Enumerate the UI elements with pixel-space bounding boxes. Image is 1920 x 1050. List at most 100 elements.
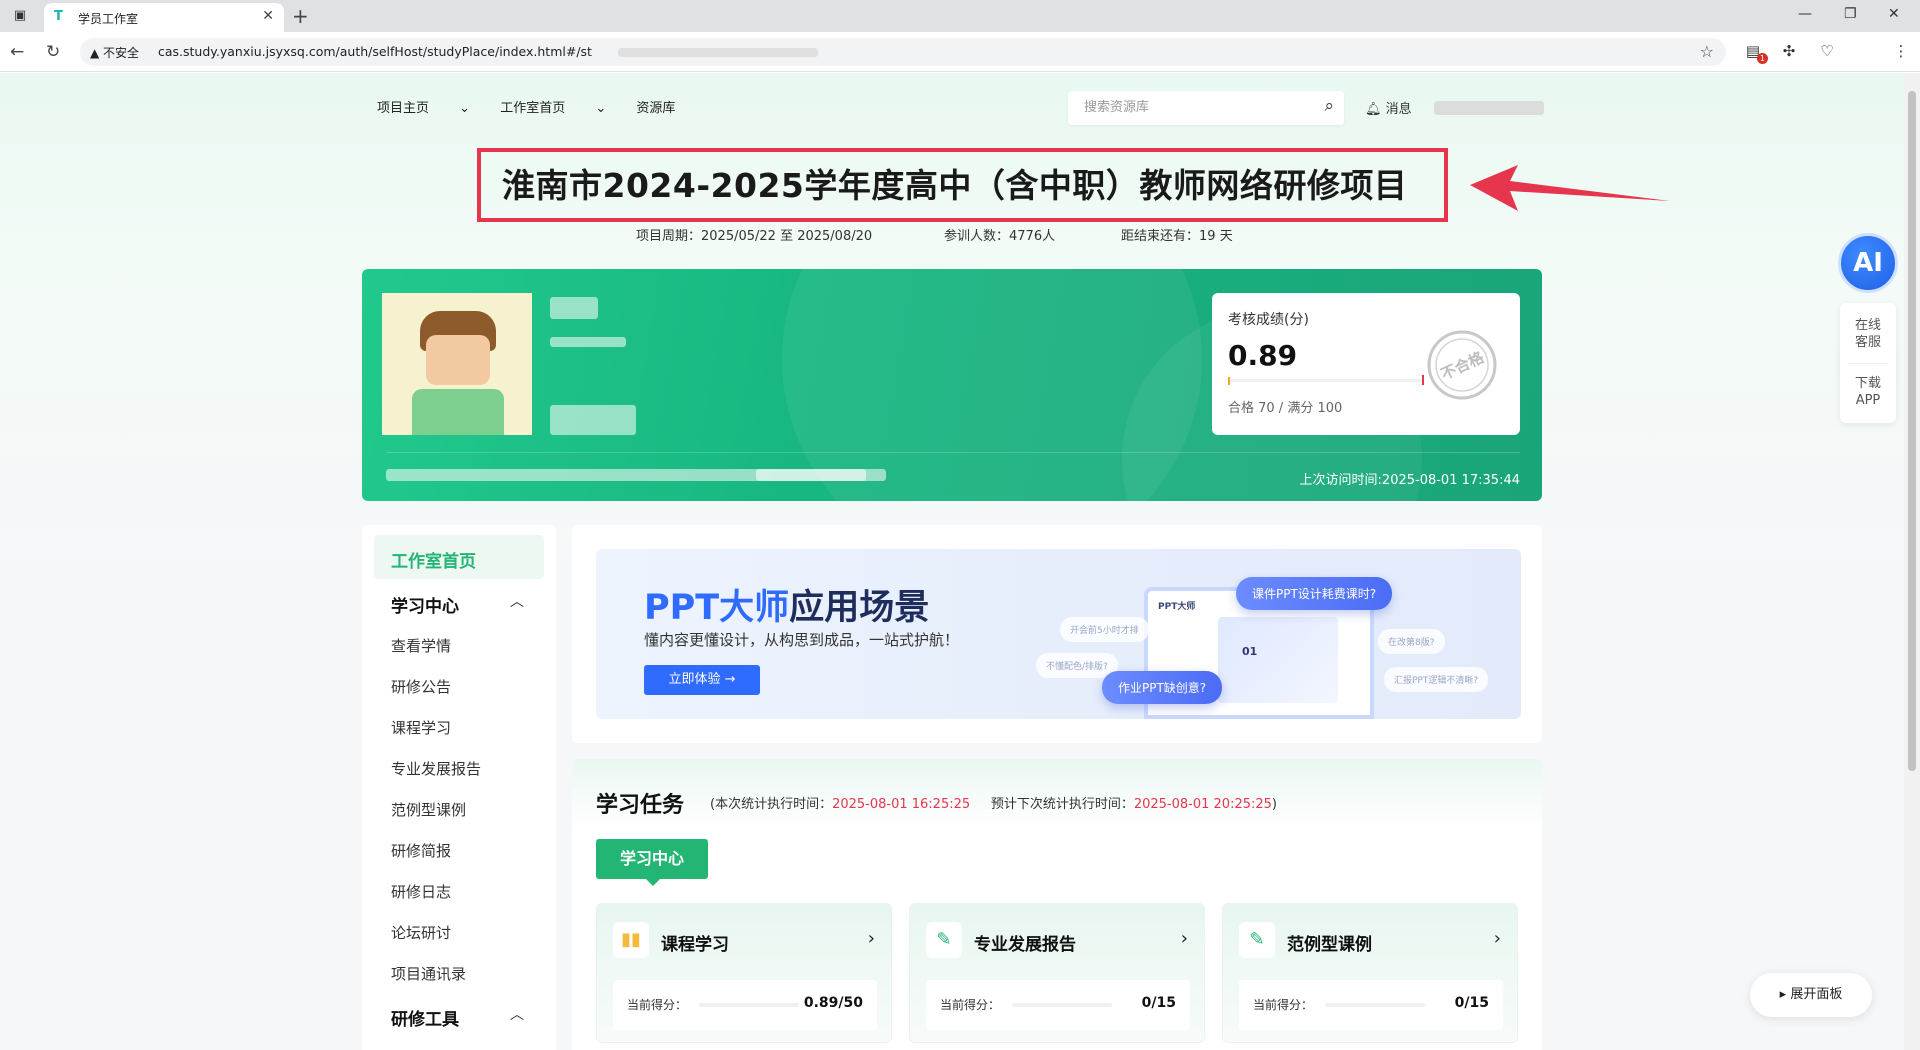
banner-divider: [386, 452, 1520, 453]
chevron-right-icon[interactable]: ›: [868, 928, 875, 949]
chevron-up-icon[interactable]: ︿: [510, 1004, 524, 1024]
annotation-arrow-icon: [1470, 165, 1670, 211]
chevron-up-icon[interactable]: ︿: [510, 591, 524, 611]
ad-bubble: 开会前5小时才排: [1060, 617, 1149, 642]
scrollbar-thumb[interactable]: [1908, 91, 1916, 771]
project-participants: 参训人数：4776人: [944, 229, 1056, 244]
tasks-title: 学习任务: [596, 793, 685, 818]
tab-close-icon[interactable]: ✕: [262, 8, 274, 24]
try-now-button[interactable]: 立即体验 →: [644, 665, 760, 695]
score-label: 考核成绩(分): [1228, 312, 1309, 328]
sidebar-item-courses[interactable]: 课程学习: [391, 717, 451, 738]
sidebar-item-reports[interactable]: 专业发展报告: [391, 758, 481, 779]
sidebar-item-case-lessons[interactable]: 范例型课例: [391, 799, 466, 820]
menu-more-icon[interactable]: ⋮: [1890, 40, 1912, 62]
task-score-box: 当前得分： 0/15: [926, 980, 1190, 1030]
ai-assistant-button[interactable]: AI: [1838, 233, 1898, 293]
username-redacted[interactable]: [1434, 101, 1544, 115]
search-box: ⌕: [1068, 91, 1344, 125]
edit-note-icon: ✎: [926, 922, 962, 958]
restore-icon[interactable]: ❐: [1844, 6, 1857, 22]
edit-note-icon: ✎: [1239, 922, 1275, 958]
task-progress-bar: [1012, 1003, 1112, 1007]
download-app-button[interactable]: 下载 APP: [1840, 375, 1896, 409]
task-card-case-lessons[interactable]: ✎ 范例型课例 › 当前得分： 0/15: [1222, 903, 1518, 1043]
sidebar-item-progress[interactable]: 查看学情: [391, 635, 451, 656]
task-card-title: 范例型课例: [1287, 935, 1372, 955]
nav-studio-home[interactable]: 工作室首页 ⌄: [500, 101, 606, 116]
ad-pill: 课件PPT设计耗费课时?: [1236, 577, 1393, 610]
insecure-indicator[interactable]: ▲ 不安全: [90, 44, 139, 61]
sidebar-item-briefs[interactable]: 研修简报: [391, 840, 451, 861]
search-input[interactable]: [1084, 99, 1304, 114]
book-icon: ▮▮: [613, 922, 649, 958]
page-scrollbar[interactable]: [1904, 73, 1920, 1050]
window-close-icon[interactable]: ✕: [1888, 6, 1900, 22]
sidebar-item-forum[interactable]: 论坛研讨: [391, 922, 451, 943]
score-progress-track: [1228, 379, 1423, 382]
ad-subtitle: 懂内容更懂设计，从构思到成品，一站式护航！: [644, 631, 960, 649]
task-card-courses[interactable]: ▮▮ 课程学习 › 当前得分： 0.89/50: [596, 903, 892, 1043]
top-nav: 项目主页 ⌄ 工作室首页 ⌄ 资源库: [377, 97, 701, 116]
sidebar-item-studio-home[interactable]: 工作室首页: [391, 547, 476, 572]
nav-project-home[interactable]: 项目主页 ⌄: [377, 101, 470, 116]
sidebar-item-journals[interactable]: 研修日志: [391, 881, 451, 902]
ad-card: PPT大师应用场景 懂内容更懂设计，从构思到成品，一站式护航！ 立即体验 → P…: [572, 525, 1542, 743]
minimize-icon[interactable]: —: [1798, 6, 1812, 22]
puzzle-icon[interactable]: ✣: [1778, 40, 1800, 62]
online-service-button[interactable]: 在线 客服: [1840, 317, 1896, 351]
health-icon[interactable]: ♡: [1816, 40, 1838, 62]
ad-bubble: 在改第8版?: [1378, 629, 1445, 654]
new-tab-icon[interactable]: +: [292, 4, 309, 28]
address-bar[interactable]: ▲ 不安全 cas.study.yanxiu.jsyxsq.com/auth/s…: [80, 38, 1726, 66]
score-progress-fill: [1228, 377, 1231, 385]
url-text[interactable]: cas.study.yanxiu.jsyxsq.com/auth/selfHos…: [158, 44, 592, 59]
sidebar-section-tools[interactable]: 研修工具: [391, 1005, 459, 1030]
nav-resources[interactable]: 资源库: [636, 101, 675, 116]
task-progress-bar: [1325, 1003, 1425, 1007]
messages-link[interactable]: 🔔︎ 消息: [1365, 98, 1412, 117]
student-id-redacted: [550, 337, 626, 347]
fail-stamp-icon: 不合格: [1427, 330, 1497, 400]
project-remaining: 距结束还有：19 天: [1121, 229, 1233, 244]
reload-icon[interactable]: ↻: [46, 42, 60, 62]
side-float-panel: 在线 客服 下载 APP: [1840, 303, 1896, 423]
sidebar-section-study-center[interactable]: 学习中心: [391, 592, 459, 617]
stamp-text: 不合格: [1438, 348, 1487, 384]
study-tasks-panel: 学习任务 (本次统计执行时间：2025-08-01 16:25:25 预计下次统…: [572, 759, 1542, 1050]
expand-panel-button[interactable]: ▸ 展开面板: [1750, 973, 1872, 1017]
ad-bubble: 汇报PPT逻辑不清晰?: [1384, 667, 1489, 692]
task-score-box: 当前得分： 0/15: [1239, 980, 1503, 1030]
chevron-right-icon[interactable]: ›: [1181, 928, 1188, 949]
bookmark-star-icon[interactable]: ☆: [1700, 42, 1714, 61]
ppt-master-ad[interactable]: PPT大师应用场景 懂内容更懂设计，从构思到成品，一站式护航！ 立即体验 → P…: [596, 549, 1521, 719]
sidebar-item-contacts[interactable]: 项目通讯录: [391, 963, 466, 984]
browser-tab-bar: ▣ T 学员工作室 ✕ + — ❐ ✕: [0, 0, 1920, 32]
ad-pill: 作业PPT缺创意?: [1102, 671, 1223, 704]
student-photo: [382, 293, 532, 435]
site-favicon-icon: T: [54, 9, 63, 24]
search-icon[interactable]: ⌕: [1324, 96, 1334, 116]
score-value: 0.89: [1228, 339, 1298, 372]
student-banner: 考核成绩(分) 0.89 合格 70 / 满分 100 不合格 上次访问时间:2…: [362, 269, 1542, 501]
sidebar-item-notices[interactable]: 研修公告: [391, 676, 451, 697]
page-viewport: 项目主页 ⌄ 工作室首页 ⌄ 资源库 ⌕ 🔔︎ 消息 淮南市2024-2025学…: [0, 73, 1904, 1050]
score-card: 考核成绩(分) 0.89 合格 70 / 满分 100 不合格: [1212, 293, 1520, 435]
project-period: 项目周期：2025/05/22 至 2025/08/20: [636, 229, 873, 244]
task-card-title: 课程学习: [661, 935, 729, 955]
student-name-redacted: [550, 297, 598, 319]
url-redacted: [618, 48, 818, 57]
student-school-redacted: [756, 469, 866, 481]
tab-study-center[interactable]: 学习中心: [596, 839, 708, 886]
back-icon[interactable]: ←: [10, 42, 24, 62]
chevron-right-icon[interactable]: ›: [1494, 928, 1501, 949]
extension-icon[interactable]: ▤ 1: [1742, 40, 1768, 64]
score-pass-info: 合格 70 / 满分 100: [1228, 401, 1343, 416]
task-card-title: 专业发展报告: [974, 935, 1076, 955]
task-score-box: 当前得分： 0.89/50: [613, 980, 877, 1030]
task-card-reports[interactable]: ✎ 专业发展报告 › 当前得分： 0/15: [909, 903, 1205, 1043]
tab-actions-icon[interactable]: ▣: [10, 6, 30, 26]
browser-tab[interactable]: T 学员工作室 ✕: [44, 3, 284, 32]
student-tag-redacted: [550, 405, 636, 435]
ad-title: PPT大师应用场景: [644, 588, 930, 628]
